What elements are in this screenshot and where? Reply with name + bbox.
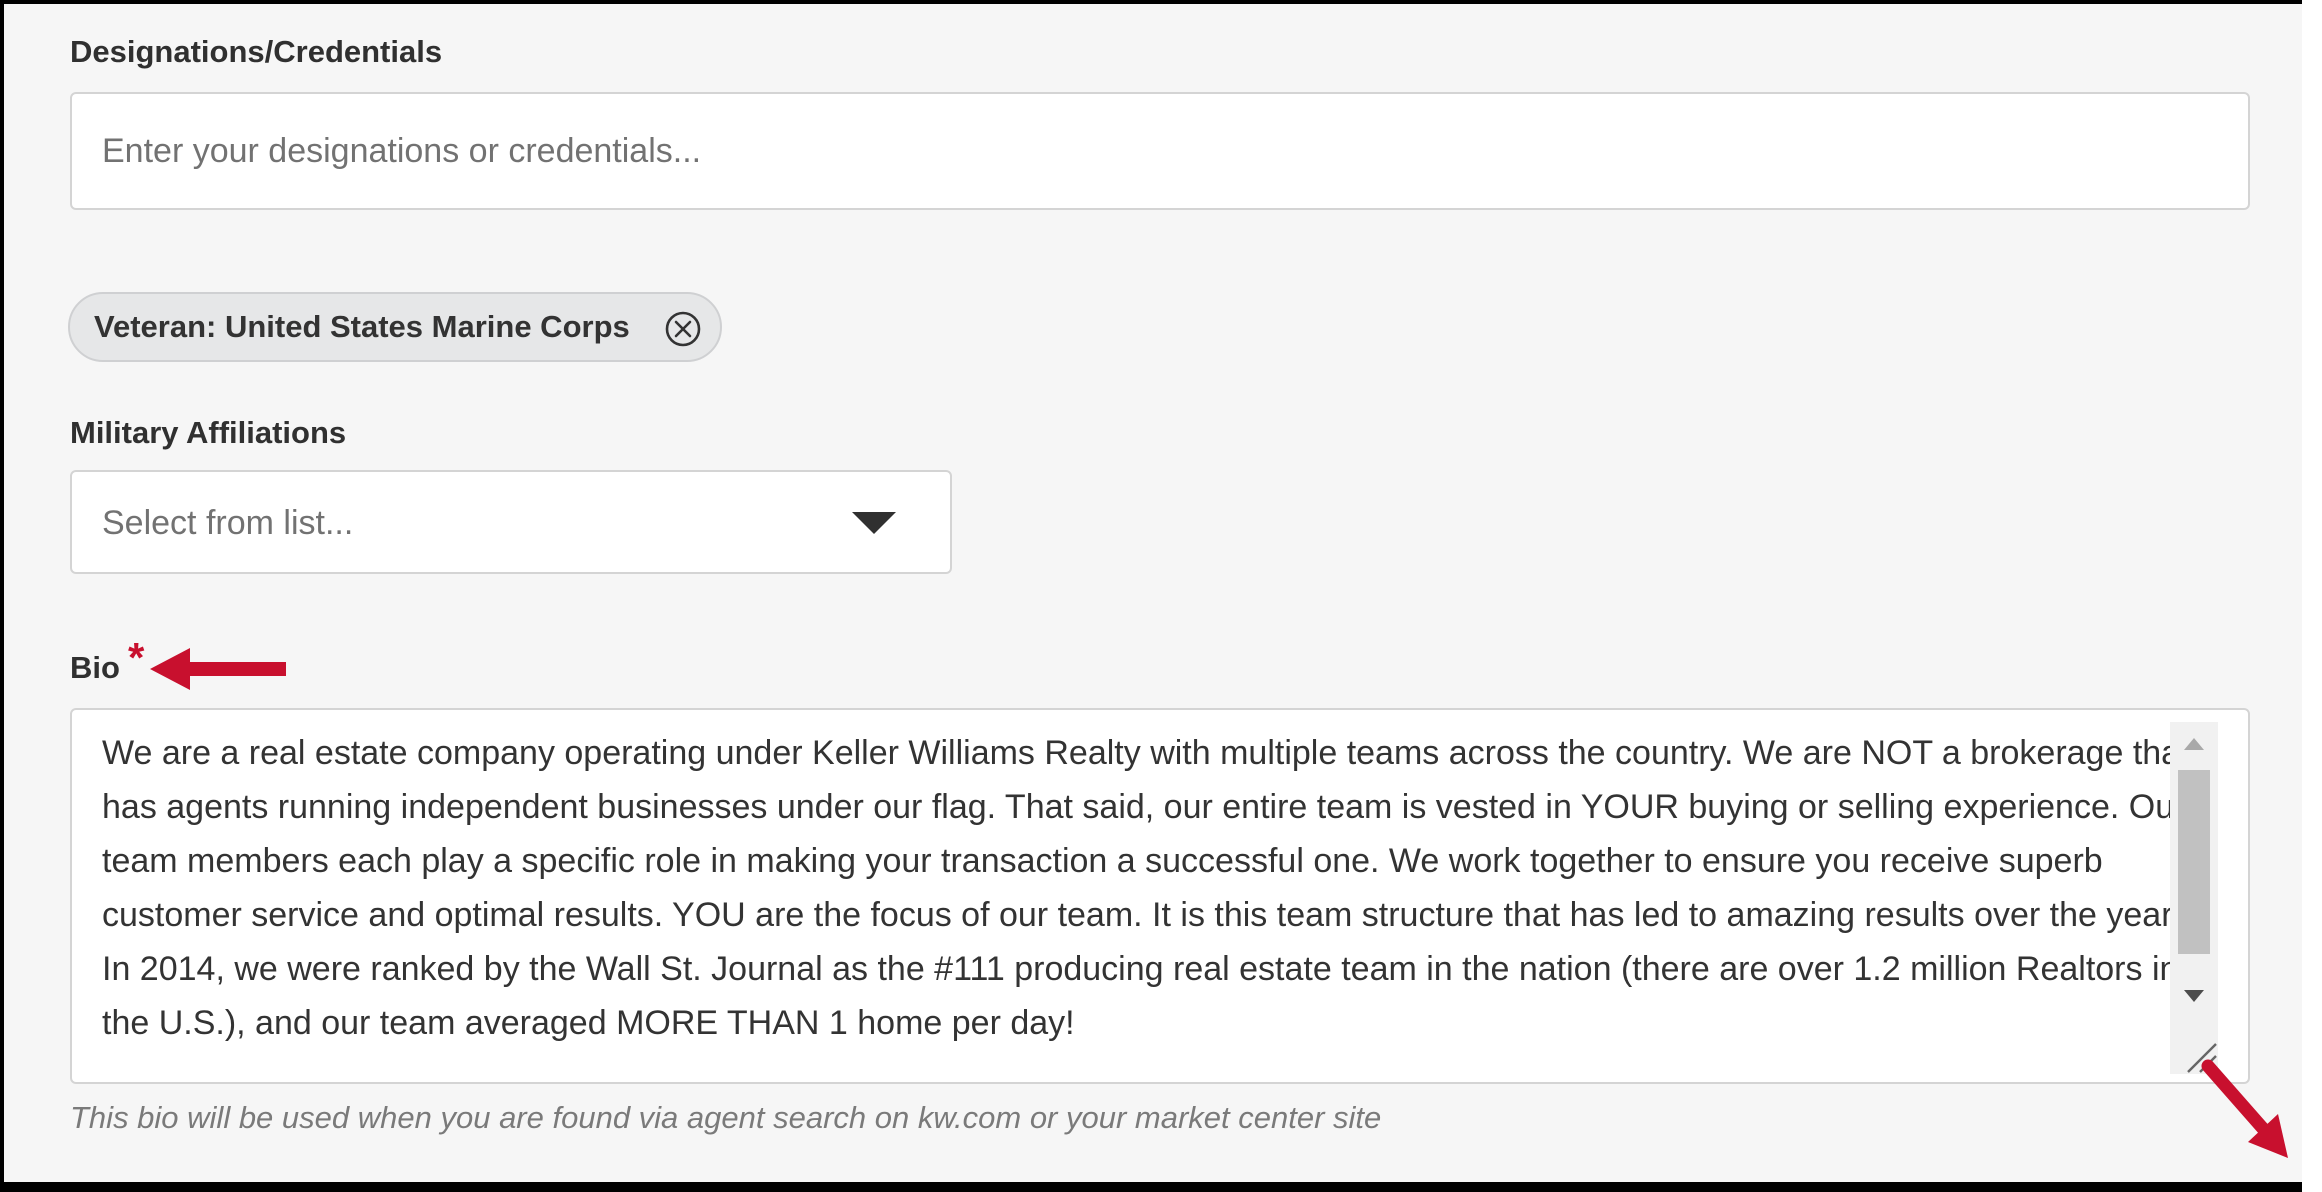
bio-text: We are a real estate company operating u… [102, 734, 2199, 1042]
profile-form: Designations/Credentials Enter your desi… [4, 4, 2302, 1182]
scroll-up-arrow-icon[interactable] [2170, 722, 2218, 766]
military-affiliations-select[interactable]: Select from list... [70, 470, 952, 574]
bio-textarea[interactable]: We are a real estate company operating u… [70, 708, 2250, 1084]
caret-down-icon[interactable] [852, 512, 896, 536]
circle-x-icon[interactable] [664, 310, 702, 348]
scroll-down-arrow-icon[interactable] [2170, 974, 2218, 1018]
required-asterisk: * [128, 634, 145, 681]
designations-label: Designations/Credentials [70, 34, 443, 69]
annotation-arrow-left-icon [150, 648, 286, 690]
bio-label: Bio [70, 650, 120, 685]
bio-scrollbar[interactable] [2170, 722, 2218, 1074]
affiliation-chip: Veteran: United States Marine Corps [68, 292, 722, 362]
bio-helper-text: This bio will be used when you are found… [70, 1100, 1382, 1135]
annotation-arrow-diagonal-icon [2201, 1059, 2288, 1158]
window-edge [2302, 0, 2322, 1192]
scroll-thumb[interactable] [2178, 770, 2210, 954]
military-affiliations-placeholder: Select from list... [102, 504, 354, 542]
designations-input[interactable]: Enter your designations or credentials..… [70, 92, 2250, 210]
designations-placeholder: Enter your designations or credentials..… [102, 132, 702, 170]
military-affiliations-label: Military Affiliations [70, 415, 347, 450]
affiliation-chip-label: Veteran: United States Marine Corps [94, 309, 630, 344]
